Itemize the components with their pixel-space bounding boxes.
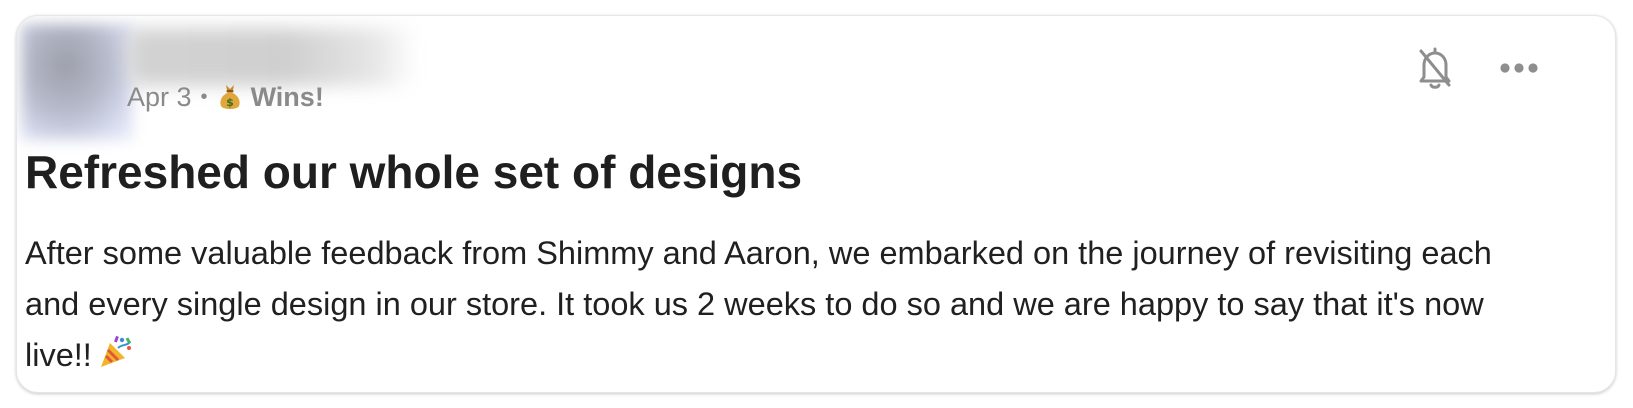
meta-separator: • <box>200 85 208 108</box>
post-body-line-text: live!! <box>25 337 92 373</box>
post-title[interactable]: Refreshed our whole set of designs <box>25 144 802 200</box>
notification-toggle-button[interactable] <box>1411 46 1459 94</box>
party-popper-icon <box>98 334 134 385</box>
money-bag-icon: $ <box>217 82 243 112</box>
post-body: After some valuable feedback from Shimmy… <box>25 228 1605 385</box>
post-card: Apr 3 • $ Wins! Refreshed our whole set … <box>16 15 1616 393</box>
post-body-line: and every single design in our store. It… <box>25 286 1484 322</box>
more-horizontal-icon <box>1499 61 1539 79</box>
post-date: Apr 3 <box>127 81 192 112</box>
post-body-line: After some valuable feedback from Shimmy… <box>25 235 1492 271</box>
post-category[interactable]: Wins! <box>251 82 324 113</box>
author-avatar[interactable] <box>21 24 133 140</box>
post-body-line: live!! <box>25 330 1605 385</box>
post-meta: Apr 3 • $ Wins! <box>127 80 324 114</box>
bell-off-icon <box>1415 45 1455 96</box>
svg-text:$: $ <box>226 96 234 109</box>
author-name-blurred[interactable] <box>127 28 417 86</box>
more-options-button[interactable] <box>1495 46 1543 94</box>
